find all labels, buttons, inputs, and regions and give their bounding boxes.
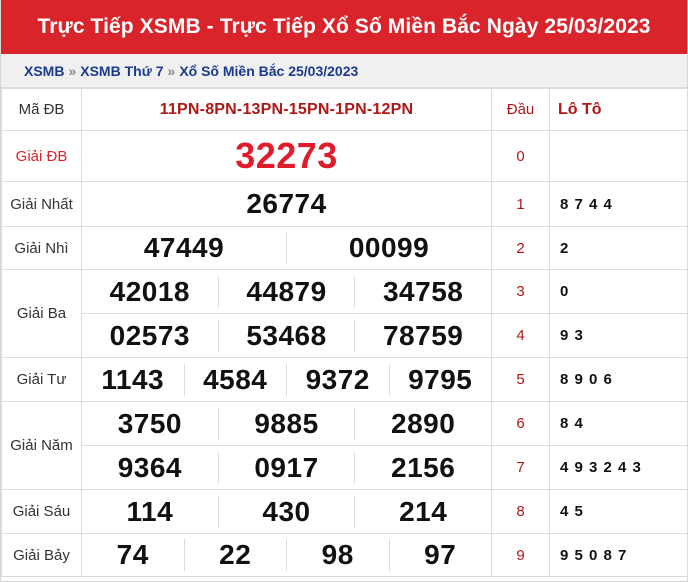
table-row: Giải Nhì 47449 00099 2 2 [1, 226, 688, 270]
prize-label-tu: Giải Tư [1, 357, 82, 402]
dau-5: 5 [491, 357, 550, 402]
prize-number: 47449 [143, 232, 225, 263]
breadcrumb-separator: » [167, 63, 176, 79]
table-row: Giải Bảy 74 22 98 97 9 9 5 0 8 7 [1, 533, 688, 577]
loto-7: 4 9 3 2 4 3 [549, 445, 688, 490]
loto-header: Lô Tô [549, 88, 688, 131]
dau-9: 9 [491, 533, 550, 577]
prize-number: 2890 [354, 407, 491, 440]
dau-6: 6 [491, 401, 550, 446]
loto-3: 0 [549, 269, 688, 314]
prize-number: 9372 [286, 363, 389, 396]
prize-numbers-nhi: 47449 00099 [82, 232, 491, 264]
breadcrumb-xsmb[interactable]: XSMB [24, 63, 64, 79]
prize-numbers-sau: 114 430 214 [82, 495, 491, 528]
prize-number-db: 32273 [81, 130, 492, 182]
prize-label-nhi: Giải Nhì [1, 226, 82, 270]
prize-number: 34758 [354, 275, 491, 308]
table-row: Giải Ba 42018 44879 34758 3 0 [1, 269, 688, 358]
table-row: Giải Năm 3750 9885 2890 6 8 4 [1, 401, 688, 490]
prize-label-bay: Giải Bảy [1, 533, 82, 577]
prize-number: 9795 [388, 363, 492, 396]
prize-number: 3750 [117, 407, 182, 439]
prize-number: 1143 [101, 363, 165, 395]
dau-3: 3 [491, 269, 550, 314]
page-title: Trực Tiếp XSMB - Trực Tiếp Xổ Số Miền Bắ… [1, 0, 687, 54]
table-row: 02573 53468 78759 4 9 3 [2, 313, 688, 358]
loto-9: 9 5 0 8 7 [549, 533, 688, 577]
prize-label-ba: Giải Ba [1, 269, 82, 358]
dau-7: 7 [491, 445, 550, 490]
prize-number-nhat: 26774 [81, 181, 492, 227]
dau-1: 1 [491, 181, 550, 227]
prize-number: 44879 [217, 275, 355, 308]
loto-6: 8 4 [549, 401, 688, 446]
loto-4: 9 3 [549, 313, 688, 358]
prize-number: 9885 [217, 407, 355, 440]
dau-4: 4 [491, 313, 550, 358]
page: Trực Tiếp XSMB - Trực Tiếp Xổ Số Miền Bắ… [0, 0, 688, 582]
prize-number: 430 [217, 495, 355, 528]
prize-number: 00099 [286, 232, 491, 264]
table-row: Giải ĐB 32273 0 [1, 130, 688, 182]
dau-2: 2 [491, 226, 550, 270]
prize-number: 9364 [117, 451, 182, 483]
prize-number: 114 [126, 495, 174, 527]
prize-numbers-ba-1: 42018 44879 34758 [82, 275, 491, 308]
loto-1: 8 7 4 4 [549, 181, 688, 227]
prize-label-nam: Giải Năm [1, 401, 82, 490]
prize-numbers-bay: 74 22 98 97 [82, 539, 491, 571]
dau-header: Đầu [491, 88, 550, 131]
prize-label-db: Giải ĐB [1, 130, 82, 182]
prize-numbers-ba-2: 02573 53468 78759 [82, 319, 491, 352]
breadcrumb-xsmb-thu-7[interactable]: XSMB Thứ 7 [80, 63, 163, 79]
breadcrumb-current[interactable]: Xổ Số Miền Bắc 25/03/2023 [179, 63, 358, 79]
prize-numbers-nam-2: 9364 0917 2156 [82, 451, 491, 484]
prize-number: 214 [354, 495, 491, 528]
results-table: Mã ĐB 11PN-8PN-13PN-15PN-1PN-12PN Đầu Lô… [1, 88, 688, 577]
table-row: Mã ĐB 11PN-8PN-13PN-15PN-1PN-12PN Đầu Lô… [1, 88, 688, 131]
code-label: Mã ĐB [1, 88, 82, 131]
prize-number: 22 [183, 539, 287, 571]
table-row: Giải Tư 1143 4584 9372 9795 5 8 9 0 6 [1, 357, 688, 402]
loto-0 [549, 130, 688, 182]
prize-number: 4584 [183, 363, 287, 396]
prize-number: 78759 [354, 319, 491, 352]
table-row: 9364 0917 2156 7 4 9 3 2 4 3 [2, 445, 688, 490]
prize-number: 53468 [217, 319, 355, 352]
dau-8: 8 [491, 489, 550, 534]
prize-label-sau: Giải Sáu [1, 489, 82, 534]
special-code: 11PN-8PN-13PN-15PN-1PN-12PN [81, 88, 492, 131]
prize-number: 74 [116, 539, 149, 570]
prize-number: 2156 [354, 451, 491, 484]
loto-5: 8 9 0 6 [549, 357, 688, 402]
prize-numbers-nam-1: 3750 9885 2890 [82, 407, 491, 440]
prize-label-nhat: Giải Nhất [1, 181, 82, 227]
prize-number: 98 [286, 539, 389, 571]
prize-number: 0917 [217, 451, 355, 484]
prize-number: 97 [388, 539, 492, 571]
prize-number: 42018 [109, 275, 191, 307]
table-row: Giải Sáu 114 430 214 8 4 5 [1, 489, 688, 534]
prize-number: 02573 [109, 319, 191, 351]
dau-0: 0 [491, 130, 550, 182]
loto-2: 2 [549, 226, 688, 270]
breadcrumb-separator: » [68, 63, 77, 79]
breadcrumb: XSMB» XSMB Thứ 7» Xổ Số Miền Bắc 25/03/202… [1, 54, 687, 88]
prize-numbers-tu: 1143 4584 9372 9795 [82, 363, 492, 396]
loto-8: 4 5 [549, 489, 688, 534]
table-row: Giải Nhất 26774 1 8 7 4 4 [1, 181, 688, 227]
